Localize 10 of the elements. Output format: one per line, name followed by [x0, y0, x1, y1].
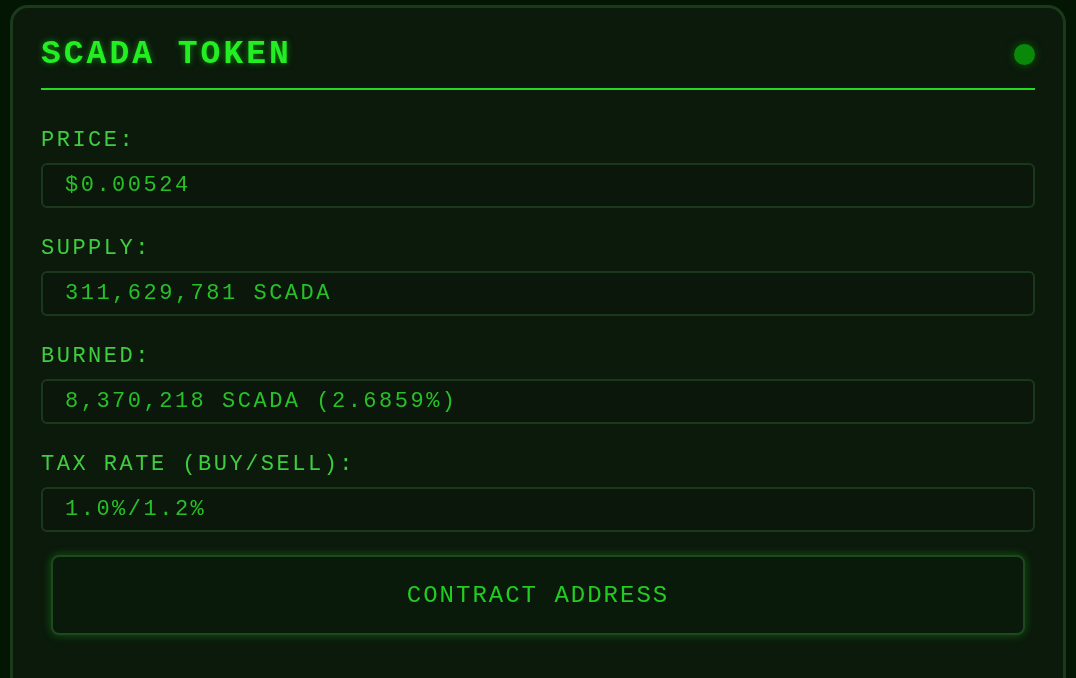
contract-address-button[interactable]: CONTRACT ADDRESS	[51, 555, 1025, 635]
value-field: 311,629,781 SCADA	[41, 271, 1035, 316]
field-label: BURNED:	[41, 344, 152, 370]
value-field: 1.0%/1.2%	[41, 487, 1035, 532]
field-label: TAX RATE (BUY/SELL):	[41, 452, 357, 478]
value-field: 8,370,218 SCADA (2.6859%)	[41, 379, 1035, 424]
card-title: SCADA TOKEN	[41, 36, 292, 73]
field-label: SUPPLY:	[41, 236, 152, 262]
field-label: PRICE:	[41, 128, 137, 154]
value-field: $0.00524	[41, 163, 1035, 208]
